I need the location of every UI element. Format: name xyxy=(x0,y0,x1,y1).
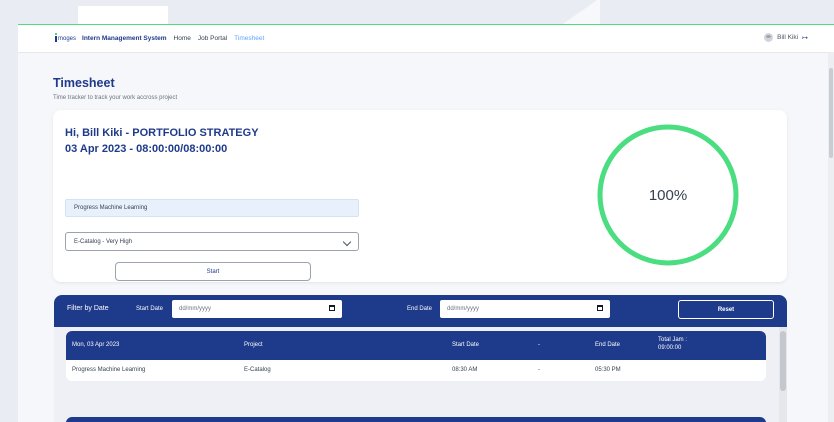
greeting-text: Hi, Bill Kiki - PORTFOLIO STRATEGY xyxy=(65,127,259,139)
project-header: Project xyxy=(244,342,263,348)
app-title[interactable]: Intern Management System xyxy=(82,35,167,42)
avatar-icon xyxy=(764,33,774,42)
reset-button[interactable]: Reset xyxy=(678,300,774,319)
start-button[interactable]: Start xyxy=(115,262,311,281)
navbar: moges Intern Management System Home Job … xyxy=(18,25,834,53)
row-task: Progress Machine Learning xyxy=(72,367,146,373)
tracker-card: Hi, Bill Kiki - PORTFOLIO STRATEGY 03 Ap… xyxy=(53,110,787,282)
next-day-header xyxy=(66,417,766,422)
logo-icon xyxy=(55,32,57,42)
start-date-placeholder: dd/mm/yyyy xyxy=(179,306,212,312)
progress-label: 100% xyxy=(648,186,688,204)
nav-link-timesheet[interactable]: Timesheet xyxy=(234,35,264,42)
date-time-text: 03 Apr 2023 - 08:00:00/08:00:00 xyxy=(65,143,228,155)
end-date-input[interactable]: dd/mm/yyyy xyxy=(440,300,610,318)
calendar-icon[interactable] xyxy=(329,305,335,311)
nav-link-home[interactable]: Home xyxy=(174,35,191,42)
user-menu[interactable]: Bill Kiki ↦ xyxy=(764,33,808,42)
total-label: Total Jam : xyxy=(658,337,688,343)
total-value: 09:00:00 xyxy=(658,345,682,351)
end-header: End Date xyxy=(595,342,621,348)
header-separator: - xyxy=(538,342,540,348)
app-window: moges Intern Management System Home Job … xyxy=(18,24,834,422)
timesheet-table: Mon, 03 Apr 2023 Project Start Date - En… xyxy=(66,331,766,381)
row-separator: - xyxy=(538,367,540,373)
table-header: Mon, 03 Apr 2023 Project Start Date - En… xyxy=(66,331,766,360)
logout-icon[interactable]: ↦ xyxy=(802,34,808,42)
start-header: Start Date xyxy=(452,342,480,348)
end-date-label: End Date xyxy=(407,306,433,312)
page-scrollbar-thumb[interactable] xyxy=(829,68,833,158)
start-date-label: Start Date xyxy=(136,306,164,312)
list-scrollbar[interactable] xyxy=(779,327,787,422)
project-select[interactable]: E-Catalog - Very High xyxy=(65,232,359,251)
row-start: 08:30 AM xyxy=(452,367,478,373)
greeting: Hi, Bill Kiki - PORTFOLIO STRATEGY 03 Ap… xyxy=(65,125,259,157)
table-row[interactable]: Progress Machine Learning E-Catalog 08:3… xyxy=(66,360,766,381)
total-hours: Total Jam : 09:00:00 xyxy=(658,336,687,352)
logo[interactable]: moges xyxy=(55,32,77,42)
chevron-down-icon xyxy=(342,237,352,247)
list-scrollbar-thumb[interactable] xyxy=(780,331,786,391)
date-header: Mon, 03 Apr 2023 xyxy=(72,342,120,348)
page-scrollbar[interactable] xyxy=(828,52,834,422)
filter-panel: Filter by Date Start Date dd/mm/yyyy End… xyxy=(54,295,787,422)
page-subtitle: Time tracker to track your work accross … xyxy=(53,95,178,101)
task-input[interactable]: Progress Machine Learning xyxy=(65,199,359,217)
page-title: Timesheet xyxy=(53,76,115,90)
calendar-icon[interactable] xyxy=(597,305,603,311)
start-date-input[interactable]: dd/mm/yyyy xyxy=(172,300,342,318)
filter-title: Filter by Date xyxy=(67,305,109,312)
logo-text: moges xyxy=(58,35,77,42)
user-name: Bill Kiki xyxy=(777,34,799,41)
timesheet-list[interactable]: Mon, 03 Apr 2023 Project Start Date - En… xyxy=(54,327,787,422)
end-date-placeholder: dd/mm/yyyy xyxy=(447,306,480,312)
project-select-value: E-Catalog - Very High xyxy=(74,238,133,245)
background-decoration xyxy=(560,0,600,26)
row-project: E-Catalog xyxy=(244,367,271,373)
row-end: 05:30 PM xyxy=(595,367,621,373)
background-decoration xyxy=(78,6,168,24)
nav-link-job-portal[interactable]: Job Portal xyxy=(198,35,227,42)
